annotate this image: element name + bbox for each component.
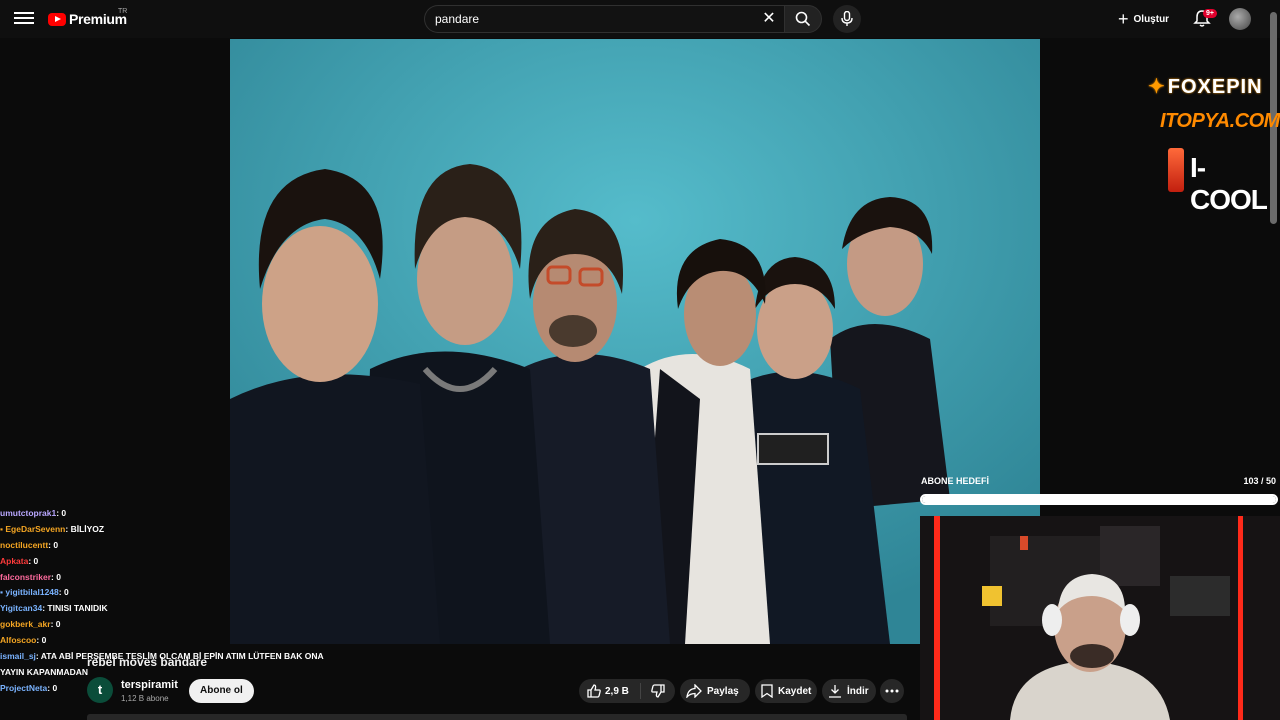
subscriber-count: 1,12 B abone <box>121 694 169 703</box>
chat-username[interactable]: Alfoscoo <box>0 635 36 645</box>
search-input[interactable] <box>435 12 735 26</box>
chat-text: : 0 <box>51 571 61 582</box>
chat-text: : 0 <box>36 635 47 646</box>
chat-username[interactable]: ProjectNeta <box>0 683 47 693</box>
thumbs-down-icon <box>651 684 665 698</box>
like-button[interactable]: 2,9 B <box>579 683 641 699</box>
goal-title: ABONE HEDEFİ <box>921 476 990 486</box>
webcam-overlay <box>920 516 1280 720</box>
chat-text: : TINISI TANIDIK <box>42 603 108 614</box>
chat-message: Alfoscoo: 0 <box>0 633 330 649</box>
icool-can-left-icon <box>1168 148 1184 192</box>
plus-icon: + <box>1118 9 1129 29</box>
chat-message: ▪ yigitbilal1248: 0 <box>0 585 330 601</box>
chat-username[interactable]: ismail_sj <box>0 651 36 661</box>
chat-username[interactable]: noctilucentt <box>0 540 48 550</box>
goal-progress-bar <box>920 494 1278 505</box>
chat-username[interactable]: umutctoprak1 <box>0 508 56 518</box>
save-label: Kaydet <box>778 685 812 697</box>
share-arrow-icon <box>686 684 702 698</box>
chat-message: umutctoprak1: 0 <box>0 506 330 522</box>
chat-text: : 0 <box>48 539 59 550</box>
chat-text: : 0 <box>28 555 39 566</box>
notification-badge: 9+ <box>1203 9 1217 18</box>
chat-text: YAYIN KAPANMADAN <box>0 666 89 677</box>
sponsor-foxepin-label: FOXEPIN <box>1167 76 1263 98</box>
save-button[interactable]: Kaydet <box>755 679 817 703</box>
clear-search-icon[interactable]: ✕ <box>760 10 778 28</box>
download-label: İndir <box>847 685 869 697</box>
search-icon <box>795 11 811 27</box>
download-icon <box>829 685 841 698</box>
sponsor-icool: I-COOL <box>1168 148 1280 215</box>
bookmark-icon <box>761 684 773 698</box>
top-bar: Premium TR ✕ + Oluştur 9+ <box>0 0 1280 224</box>
chat-message: gokberk_akr: 0 <box>0 617 330 633</box>
thumbs-up-icon <box>587 684 601 698</box>
menu-icon[interactable] <box>14 9 34 29</box>
chat-username[interactable]: gokberk_akr <box>0 619 51 629</box>
chat-username[interactable]: EgeDarSevenn <box>5 524 65 534</box>
voice-search-button[interactable] <box>833 5 861 33</box>
youtube-play-icon <box>48 12 66 26</box>
chat-message: noctilucentt: 0 <box>0 538 330 554</box>
channel-avatar[interactable]: t <box>87 677 113 703</box>
account-avatar[interactable] <box>1229 8 1251 30</box>
create-label: Oluştur <box>1133 13 1170 25</box>
webcam-image <box>920 516 1280 720</box>
logo-country-code: TR <box>118 8 128 15</box>
sponsor-icool-label: I-COOL <box>1190 152 1268 215</box>
sponsor-foxepin: ✦ FOXEPIN <box>1148 74 1263 99</box>
video-title: rebel moves bandare <box>87 655 208 669</box>
search-button[interactable] <box>784 5 822 33</box>
sponsor-panel: ✦ FOXEPIN ITOPYA.COM I-COOL <box>1140 70 1280 215</box>
dislike-button[interactable] <box>641 684 675 698</box>
download-button[interactable]: İndir <box>822 679 876 703</box>
chat-message: falconstriker: 0 <box>0 570 330 586</box>
chat-text: : 0 <box>47 682 58 693</box>
channel-name[interactable]: terspiramit <box>121 679 178 691</box>
more-actions-button[interactable] <box>880 679 904 703</box>
goal-progress-fill <box>922 496 1276 503</box>
chat-text: : 0 <box>56 508 67 518</box>
chat-message: Apkata: 0 <box>0 554 330 570</box>
more-horizontal-icon <box>885 689 899 693</box>
fox-icon: ✦ <box>1148 76 1166 98</box>
share-button[interactable]: Paylaş <box>680 679 750 703</box>
subscribe-button[interactable]: Abone ol <box>189 679 254 703</box>
search-box: ✕ <box>424 5 784 33</box>
goal-count: 103 / 50 <box>1243 476 1276 486</box>
chat-message: ▪ EgeDarSevenn: BİLİYOZ <box>0 522 330 538</box>
like-count: 2,9 B <box>605 685 629 697</box>
share-label: Paylaş <box>707 685 739 697</box>
band-photo <box>230 39 1040 644</box>
video-player[interactable] <box>230 39 1040 644</box>
chat-username[interactable]: Yigitcan34 <box>0 603 42 613</box>
youtube-premium-logo[interactable]: Premium TR <box>48 8 128 28</box>
microphone-icon <box>841 11 853 26</box>
chat-username[interactable]: Apkata <box>0 556 28 566</box>
chat-text: : 0 <box>58 587 69 598</box>
chat-text: : BİLİYOZ <box>65 523 105 534</box>
chat-text: : 0 <box>50 619 61 630</box>
chat-username[interactable]: falconstriker <box>0 572 51 582</box>
chat-message: Yigitcan34: TINISI TANIDIK <box>0 601 330 617</box>
description-box-edge <box>87 714 907 720</box>
chat-username[interactable]: yigitbilal1248 <box>5 587 58 597</box>
youtube-watch-page: { "header": { "brand": "Premium", "count… <box>0 0 1280 720</box>
sponsor-itopya: ITOPYA.COM <box>1160 110 1280 132</box>
like-dislike-group: 2,9 B <box>579 679 675 703</box>
create-button[interactable]: + Oluştur <box>1118 9 1169 29</box>
